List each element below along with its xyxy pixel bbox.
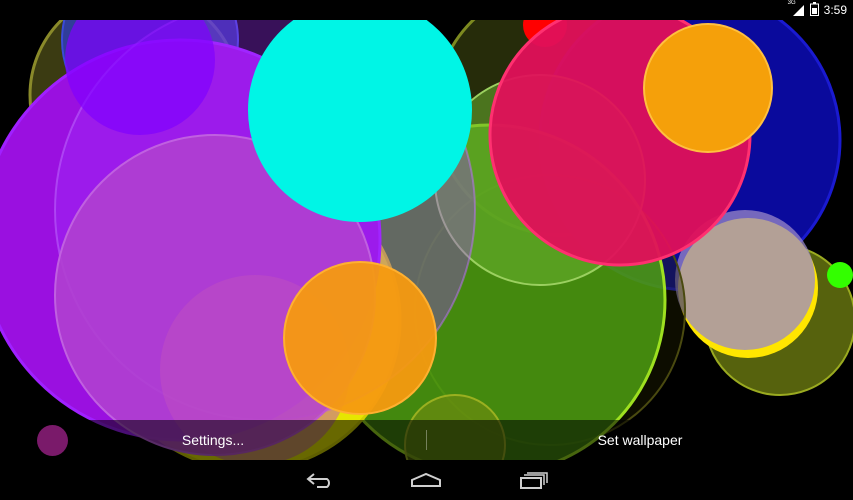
live-wallpaper-preview[interactable] — [0, 20, 853, 460]
recent-apps-icon — [520, 472, 548, 489]
set-wallpaper-label: Set wallpaper — [597, 432, 683, 448]
bubble — [283, 261, 437, 415]
battery-icon — [809, 1, 819, 19]
navigation-bar — [0, 460, 853, 500]
home-icon — [411, 472, 441, 487]
bubble — [827, 262, 853, 288]
bubbles-canvas — [0, 20, 853, 460]
set-wallpaper-button[interactable]: Set wallpaper — [427, 420, 853, 460]
network-type-label: 3G — [787, 0, 796, 6]
signal-icon: 3G — [787, 0, 805, 17]
bubble — [643, 23, 773, 153]
back-icon — [306, 473, 330, 488]
settings-label: Settings... — [181, 432, 245, 448]
home-button[interactable] — [406, 466, 446, 494]
back-button[interactable] — [300, 466, 340, 494]
status-icons: 3G 3:59 — [787, 0, 847, 19]
wallpaper-action-bar: Settings... Set wallpaper — [0, 420, 853, 460]
clock: 3:59 — [823, 3, 847, 17]
recent-apps-button[interactable] — [514, 466, 554, 494]
settings-button[interactable]: Settings... — [0, 420, 426, 460]
status-bar: 3G 3:59 — [0, 0, 853, 20]
